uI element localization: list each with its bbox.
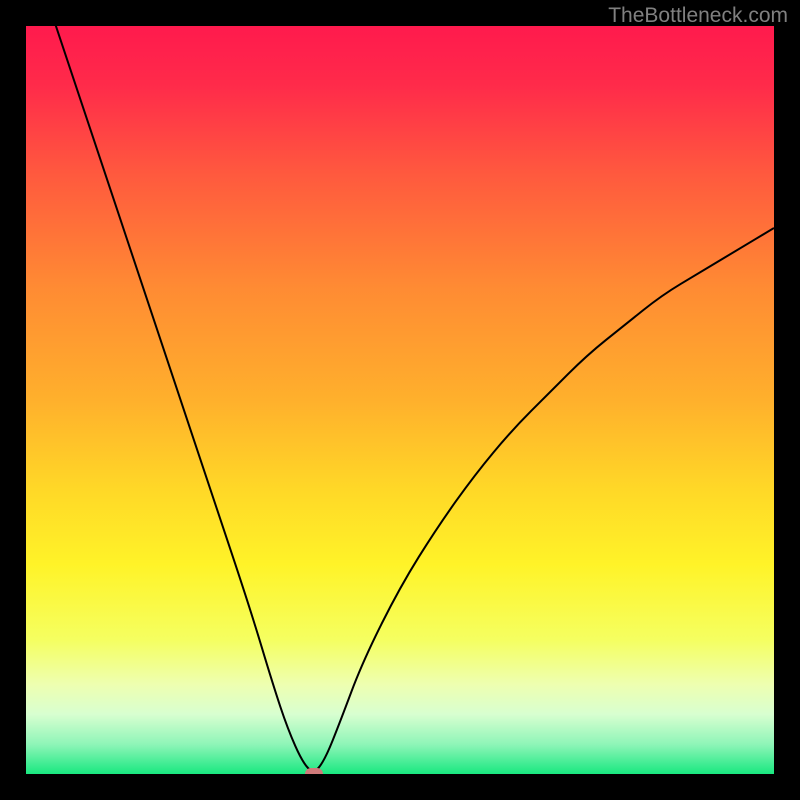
plot-area: [26, 26, 774, 774]
watermark-label: TheBottleneck.com: [608, 4, 788, 28]
bottleneck-curve: [26, 26, 774, 774]
optimal-point-marker: [305, 768, 323, 774]
